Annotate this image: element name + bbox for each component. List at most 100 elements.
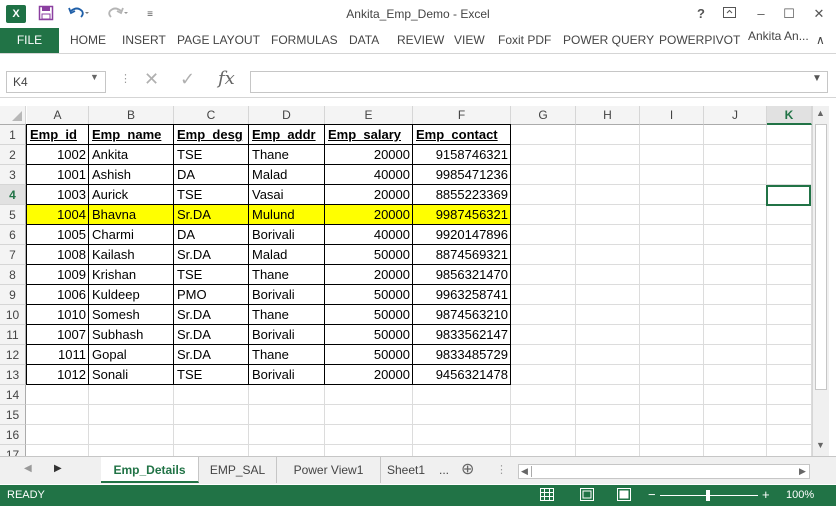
table-cell[interactable]: DA [174,165,249,185]
table-cell[interactable]: Borivali [249,365,325,385]
table-cell[interactable]: 1005 [27,225,89,245]
column-header-i[interactable]: I [640,106,704,125]
table-cell[interactable]: Bhavna [89,205,174,225]
table-cell[interactable]: Ankita [89,145,174,165]
table-cell[interactable]: 50000 [325,285,413,305]
table-cell[interactable]: TSE [174,365,249,385]
column-header-e[interactable]: E [325,106,413,125]
column-header-j[interactable]: J [704,106,767,125]
ribbon-display-options-button[interactable] [718,4,740,24]
table-cell[interactable]: Kuldeep [89,285,174,305]
table-cell[interactable]: 8855223369 [413,185,511,205]
table-cell[interactable]: 20000 [325,145,413,165]
scroll-tabs-right-icon[interactable]: ▶ [54,463,62,474]
table-cell[interactable]: PMO [174,285,249,305]
insert-function-icon[interactable]: fx [218,68,235,89]
row-header[interactable]: 5 [0,205,26,225]
table-cell[interactable]: 9833562147 [413,325,511,345]
column-header-b[interactable]: B [89,106,174,125]
normal-view-icon[interactable] [540,488,554,504]
tab-data[interactable]: DATA [349,28,379,53]
row-header[interactable]: 8 [0,265,26,285]
table-cell[interactable]: Sr.DA [174,205,249,225]
sheet-tab-emp-details[interactable]: Emp_Details [101,457,199,483]
chevron-down-icon[interactable]: ▼ [90,72,99,82]
table-cell[interactable]: 9874563210 [413,305,511,325]
table-cell[interactable]: 1004 [27,205,89,225]
vertical-scroll-thumb[interactable] [815,124,827,390]
row-header[interactable]: 16 [0,425,26,445]
table-cell[interactable]: 50000 [325,245,413,265]
row-header[interactable]: 17 [0,445,26,456]
cancel-icon[interactable]: ✕ [144,69,159,90]
table-cell[interactable]: Malad [249,165,325,185]
table-cell[interactable]: Malad [249,245,325,265]
zoom-out-icon[interactable]: − [648,487,656,502]
page-layout-view-icon[interactable] [580,488,594,504]
table-cell[interactable]: 1003 [27,185,89,205]
table-cell[interactable]: 1002 [27,145,89,165]
table-cell[interactable]: 9158746321 [413,145,511,165]
table-cell[interactable]: Aurick [89,185,174,205]
scroll-up-icon[interactable]: ▲ [816,108,825,118]
maximize-button[interactable]: ☐ [778,4,800,24]
table-cell[interactable]: 9456321478 [413,365,511,385]
table-cell[interactable]: Sonali [89,365,174,385]
table-cell[interactable]: 20000 [325,205,413,225]
column-header-g[interactable]: G [511,106,576,125]
row-header[interactable]: 6 [0,225,26,245]
table-cell[interactable]: TSE [174,265,249,285]
row-header[interactable]: 1 [0,125,26,145]
table-cell[interactable]: 50000 [325,305,413,325]
close-button[interactable]: ✕ [808,4,830,24]
table-cell[interactable]: 1008 [27,245,89,265]
table-cell[interactable]: 1011 [27,345,89,365]
table-cell[interactable]: 9920147896 [413,225,511,245]
tab-page-layout[interactable]: PAGE LAYOUT [177,28,260,53]
table-cell[interactable]: 40000 [325,225,413,245]
table-header-cell[interactable]: Emp_salary [325,125,413,145]
row-header[interactable]: 15 [0,405,26,425]
user-account[interactable]: Ankita An... [748,24,809,49]
scroll-down-icon[interactable]: ▼ [816,440,825,450]
table-cell[interactable]: 20000 [325,185,413,205]
zoom-slider-thumb[interactable] [706,490,710,501]
tab-formulas[interactable]: FORMULAS [271,28,338,53]
table-cell[interactable]: Gopal [89,345,174,365]
vertical-scrollbar[interactable]: ▲ ▼ [812,106,829,456]
tab-power-query[interactable]: POWER QUERY [563,28,654,53]
table-header-cell[interactable]: Emp_id [27,125,89,145]
scroll-right-icon[interactable]: ▶ [799,466,806,477]
table-cell[interactable]: 9985471236 [413,165,511,185]
tab-home[interactable]: HOME [70,28,106,53]
table-cell[interactable]: 1006 [27,285,89,305]
table-cell[interactable]: Sr.DA [174,345,249,365]
table-cell[interactable]: 40000 [325,165,413,185]
row-header[interactable]: 13 [0,365,26,385]
table-cell[interactable]: Borivali [249,225,325,245]
table-cell[interactable]: 1010 [27,305,89,325]
table-cell[interactable]: 9963258741 [413,285,511,305]
table-cell[interactable]: 20000 [325,365,413,385]
active-cell[interactable] [766,185,811,206]
collapse-ribbon-button[interactable]: ∧ [816,28,825,53]
formula-input[interactable] [250,71,828,93]
add-sheet-icon[interactable]: ⊕ [461,459,474,479]
sheet-tab-sheet1[interactable]: Sheet1 [381,457,431,483]
table-cell[interactable]: 1009 [27,265,89,285]
row-header[interactable]: 11 [0,325,26,345]
table-cell[interactable]: 20000 [325,265,413,285]
table-cell[interactable]: Thane [249,145,325,165]
table-cell[interactable]: Vasai [249,185,325,205]
column-header-c[interactable]: C [174,106,249,125]
horizontal-scroll-thumb[interactable] [531,466,536,477]
column-header-h[interactable]: H [576,106,640,125]
tab-insert[interactable]: INSERT [122,28,166,53]
table-cell[interactable]: 1007 [27,325,89,345]
tab-powerpivot[interactable]: POWERPIVOT [659,28,740,53]
column-header-f[interactable]: F [413,106,511,125]
table-cell[interactable]: Borivali [249,285,325,305]
tab-view[interactable]: VIEW [454,28,485,53]
table-cell[interactable]: 50000 [325,325,413,345]
column-header-d[interactable]: D [249,106,325,125]
